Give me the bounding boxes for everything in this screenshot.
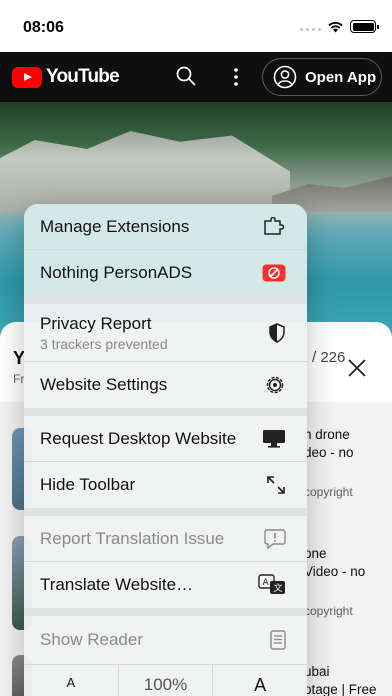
playlist-count: / 226 <box>312 349 346 366</box>
status-bar: 08:06 <box>0 0 392 52</box>
menu-separator <box>24 408 307 416</box>
open-app-label: Open App <box>305 68 377 86</box>
video-meta: copyright <box>304 604 353 618</box>
text-size-controls: A 100% A <box>24 664 307 696</box>
hide-toolbar-item[interactable]: Hide Toolbar <box>24 462 307 508</box>
cellular-signal-icon <box>300 23 321 31</box>
decrease-text-size-button[interactable]: A <box>24 665 118 696</box>
menu-separator <box>24 296 307 304</box>
personads-extension-icon <box>262 264 286 282</box>
status-time: 08:06 <box>23 19 64 36</box>
video-title-line2[interactable]: Video - no <box>304 563 392 581</box>
website-settings-label: Website Settings <box>40 375 168 394</box>
svg-text:文: 文 <box>274 582 283 594</box>
video-title-line1[interactable]: one <box>304 545 392 563</box>
video-frame-trees <box>0 102 392 142</box>
youtube-logo[interactable]: YouTube <box>12 66 120 88</box>
show-reader-item[interactable]: Show Reader <box>24 616 307 664</box>
manage-extensions-label: Manage Extensions <box>40 216 190 236</box>
request-desktop-label: Request Desktop Website <box>40 428 237 448</box>
privacy-report-subtext: 3 trackers prevented <box>40 335 168 352</box>
youtube-logo-text: YouTube <box>46 66 120 87</box>
shield-icon <box>268 322 286 343</box>
increase-text-size-button[interactable]: A <box>212 665 307 696</box>
zoom-level[interactable]: 100% <box>117 665 213 696</box>
video-meta: copyright <box>304 485 353 499</box>
desktop-icon <box>262 429 286 449</box>
menu-separator <box>24 508 307 516</box>
expand-arrows-icon <box>266 475 286 495</box>
close-icon[interactable] <box>346 357 368 379</box>
svg-text:A: A <box>263 578 270 588</box>
report-bubble-icon <box>264 528 286 550</box>
youtube-play-icon <box>12 66 42 88</box>
playlist-subtitle: Fr <box>13 372 25 386</box>
status-icons <box>300 20 379 33</box>
privacy-report-item[interactable]: Privacy Report 3 trackers prevented <box>24 304 307 362</box>
battery-icon <box>350 20 379 33</box>
privacy-report-label: Privacy Report <box>40 313 152 333</box>
video-title-line2[interactable]: deo - no <box>304 444 392 462</box>
manage-extensions-item[interactable]: Manage Extensions <box>24 204 307 250</box>
nothing-personads-label: Nothing PersonADS <box>40 263 193 282</box>
request-desktop-website-item[interactable]: Request Desktop Website <box>24 416 307 462</box>
website-settings-item[interactable]: Website Settings <box>24 362 307 408</box>
video-title-line2[interactable]: otage | Free <box>304 681 392 696</box>
more-vertical-icon[interactable] <box>230 67 242 87</box>
translate-website-item[interactable]: Translate Website… A 文 <box>24 562 307 608</box>
gear-icon <box>264 374 286 396</box>
nothing-personads-item[interactable]: Nothing PersonADS <box>24 250 307 296</box>
translate-icon: A 文 <box>258 574 286 596</box>
search-icon[interactable] <box>176 66 196 86</box>
report-translation-label: Report Translation Issue <box>40 528 225 548</box>
translate-website-label: Translate Website… <box>40 575 194 594</box>
video-title-line1[interactable]: h drone <box>304 426 392 444</box>
report-translation-issue-item[interactable]: Report Translation Issue <box>24 516 307 562</box>
account-icon <box>273 65 297 89</box>
page-menu: Manage Extensions Nothing PersonADS Priv… <box>24 204 307 696</box>
menu-separator <box>24 608 307 616</box>
reader-icon <box>270 630 286 650</box>
extensions-icon <box>262 216 286 237</box>
hide-toolbar-label: Hide Toolbar <box>40 475 136 494</box>
open-app-button[interactable]: Open App <box>262 58 382 96</box>
show-reader-label: Show Reader <box>40 630 144 649</box>
wifi-icon <box>328 21 343 33</box>
video-title-line1[interactable]: ubai <box>304 663 392 681</box>
